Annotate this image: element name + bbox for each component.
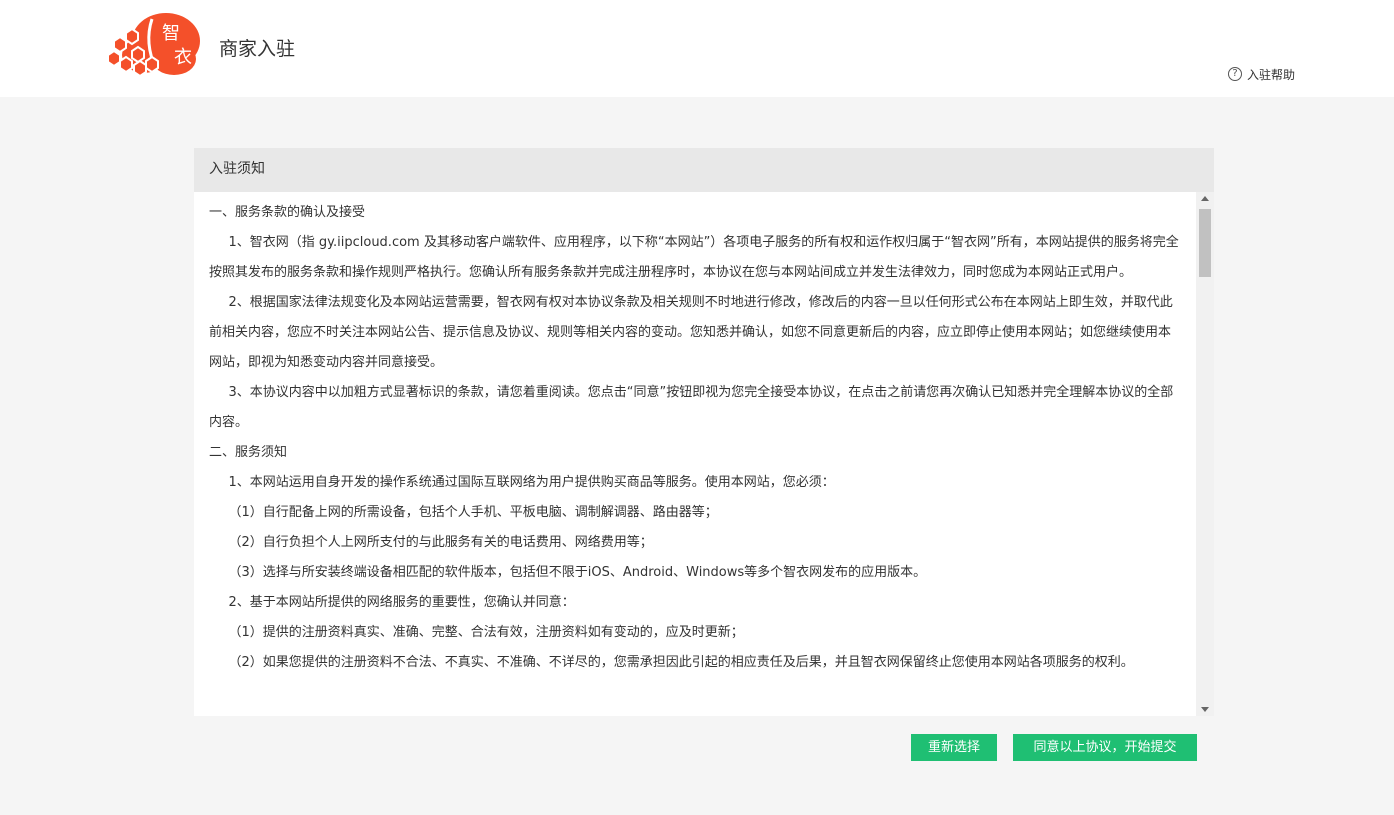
page-title: 商家入驻 [219, 38, 296, 60]
agreement-paragraph: （1）提供的注册资料真实、准确、完整、合法有效，注册资料如有变动的，应及时更新； [228, 625, 744, 640]
agreement-paragraph: 2、基于本网站所提供的网络服务的重要性，您确认并同意： [228, 595, 575, 610]
scroll-thumb[interactable] [1199, 209, 1211, 277]
agreement-paragraph: 3、本协议内容中以加粗方式显著标识的条款，请您着重阅读。您点击“同意”按钮即视为… [209, 385, 1174, 430]
agreement-paragraph: 一、服务条款的确认及接受 [209, 205, 366, 220]
agreement-paragraph: 1、本网站运用自身开发的操作系统通过国际互联网络为用户提供购买商品等服务。使用本… [228, 475, 835, 490]
agreement-panel: 入驻须知 一、服务条款的确认及接受 1、智衣网（指 gy.iipcloud.co… [194, 148, 1214, 716]
agreement-paragraph: 二、服务须知 [209, 445, 288, 460]
top-header: 智 衣 商家入驻 ? 入驻帮助 [0, 0, 1394, 97]
logo-graphic: 智 衣 [107, 13, 200, 78]
scroll-up-arrow-icon[interactable] [1201, 196, 1209, 201]
agreement-paragraph: （1）自行配备上网的所需设备，包括个人手机、平板电脑、调制解调器、路由器等； [228, 505, 718, 520]
agreement-paragraph: 2、根据国家法律法规变化及本网站运营需要，智衣网有权对本协议条款及相关规则不时地… [209, 295, 1173, 370]
reselect-button[interactable]: 重新选择 [911, 734, 997, 761]
content-scrollbar[interactable] [1196, 192, 1214, 716]
help-label: 入驻帮助 [1247, 67, 1296, 82]
agree-submit-button[interactable]: 同意以上协议，开始提交 [1013, 734, 1197, 761]
panel-title: 入驻须知 [194, 148, 1214, 192]
agreement-paragraph: （2）自行负担个人上网所支付的与此服务有关的电话费用、网络费用等； [228, 535, 653, 550]
agreement-paragraph: （2）如果您提供的注册资料不合法、不真实、不准确、不详尽的，您需承担因此引起的相… [228, 655, 1134, 670]
help-link[interactable]: ? 入驻帮助 [1228, 66, 1295, 82]
agreement-paragraph: 1、智衣网（指 gy.iipcloud.com 及其移动客户端软件、应用程序，以… [209, 235, 1179, 280]
question-icon: ? [1228, 67, 1242, 81]
site-logo[interactable]: 智 衣 [104, 11, 202, 78]
agreement-paragraph: （3）选择与所安装终端设备相匹配的软件版本，包括但不限于iOS、Android、… [228, 565, 927, 580]
logo-char-1: 智 [162, 23, 180, 44]
scroll-down-arrow-icon[interactable] [1201, 707, 1209, 712]
logo-char-2: 衣 [174, 47, 192, 68]
agreement-content[interactable]: 一、服务条款的确认及接受 1、智衣网（指 gy.iipcloud.com 及其移… [209, 198, 1183, 716]
